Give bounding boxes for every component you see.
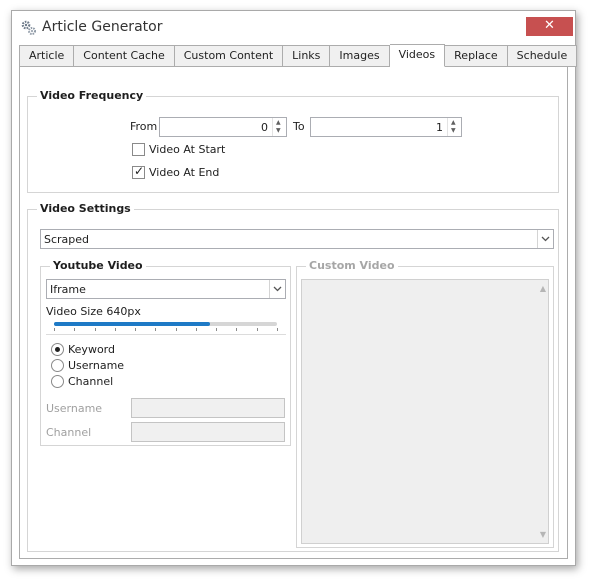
- youtube-video-title: Youtube Video: [50, 259, 146, 272]
- video-at-end-checkbox[interactable]: ✓: [132, 164, 145, 179]
- tab-strip: Article Content Cache Custom Content Lin…: [19, 44, 578, 67]
- keyword-radio[interactable]: [51, 343, 64, 356]
- video-size-label: Video Size 640px: [46, 305, 141, 318]
- video-source-dropdown[interactable]: Scraped: [40, 229, 554, 249]
- tab-links[interactable]: Links: [283, 45, 331, 67]
- video-frequency-group: Video Frequency From 0 ▲ ▼ To 1 ▲ ▼ Video …: [27, 89, 559, 193]
- close-icon: ✕: [544, 18, 555, 33]
- custom-video-group: Custom Video ▲ ▼: [296, 259, 554, 548]
- video-source-value: Scraped: [44, 233, 90, 246]
- custom-video-textarea[interactable]: ▲ ▼: [301, 279, 549, 544]
- channel-field-label: Channel: [46, 426, 92, 439]
- spin-arrows-icon[interactable]: ▲ ▼: [447, 118, 461, 136]
- slider-tick: [74, 328, 75, 331]
- chevron-down-icon[interactable]: [537, 230, 553, 248]
- slider-tick: [135, 328, 136, 331]
- slider-tick: [216, 328, 217, 331]
- slider-tick: [196, 328, 197, 331]
- username-radio[interactable]: [51, 359, 64, 372]
- tab-custom-content[interactable]: Custom Content: [174, 45, 284, 67]
- gears-icon: [21, 20, 36, 35]
- chevron-down-icon[interactable]: [269, 280, 285, 298]
- title-bar: Article Generator ✕: [12, 11, 575, 45]
- username-field[interactable]: [131, 398, 285, 418]
- radio-dot: [55, 347, 60, 352]
- spin-arrows-icon[interactable]: ▲ ▼: [272, 118, 286, 136]
- channel-radio-label: Channel: [68, 375, 114, 388]
- video-at-end-label: Video At End: [149, 166, 220, 179]
- videos-tab-panel: Video Frequency From 0 ▲ ▼ To 1 ▲ ▼ Video …: [19, 66, 568, 559]
- video-settings-title: Video Settings: [37, 202, 134, 215]
- keyword-label: Keyword: [68, 343, 115, 356]
- youtube-video-group: Youtube Video Iframe Video Size 640px Ke…: [40, 259, 291, 446]
- slider-tick: [95, 328, 96, 331]
- tab-article[interactable]: Article: [19, 45, 75, 67]
- slider-tick: [115, 328, 116, 331]
- slider-tick: [176, 328, 177, 331]
- channel-radio[interactable]: [51, 375, 64, 388]
- video-size-slider-fill: [54, 322, 211, 326]
- to-spinner[interactable]: 1 ▲ ▼: [310, 117, 462, 137]
- video-at-start-label: Video At Start: [149, 143, 226, 156]
- window-title: Article Generator: [42, 19, 163, 35]
- video-settings-group: Video Settings Scraped Youtube Video Ifr…: [27, 202, 559, 552]
- slider-tick: [257, 328, 258, 331]
- from-value: 0: [261, 121, 268, 134]
- video-at-start-checkbox[interactable]: [132, 143, 145, 156]
- channel-field[interactable]: [131, 422, 285, 442]
- from-label: From: [130, 120, 158, 133]
- scroll-down-icon[interactable]: ▼: [540, 530, 546, 539]
- embed-type-dropdown[interactable]: Iframe: [46, 279, 286, 299]
- scroll-up-icon[interactable]: ▲: [540, 284, 546, 293]
- tab-schedule[interactable]: Schedule: [507, 45, 578, 67]
- username-field-label: Username: [46, 402, 103, 415]
- tab-replace[interactable]: Replace: [445, 45, 508, 67]
- tab-content-cache[interactable]: Content Cache: [74, 45, 175, 67]
- embed-type-value: Iframe: [50, 283, 86, 296]
- slider-tick: [236, 328, 237, 331]
- close-button[interactable]: ✕: [526, 17, 573, 36]
- tab-videos[interactable]: Videos: [389, 44, 446, 67]
- separator: [46, 334, 286, 335]
- to-value: 1: [436, 121, 443, 134]
- slider-tick: [277, 328, 278, 331]
- video-size-slider[interactable]: [54, 322, 277, 326]
- to-label: To: [293, 120, 305, 133]
- custom-video-title: Custom Video: [306, 259, 398, 272]
- slider-tick: [54, 328, 55, 331]
- article-generator-window: Article Generator ✕ Article Content Cach…: [11, 10, 578, 566]
- checkmark-icon: ✓: [134, 164, 145, 178]
- username-radio-label: Username: [68, 359, 125, 372]
- slider-tick: [155, 328, 156, 331]
- video-frequency-title: Video Frequency: [37, 89, 147, 102]
- tab-images[interactable]: Images: [330, 45, 390, 67]
- from-spinner[interactable]: 0 ▲ ▼: [159, 117, 287, 137]
